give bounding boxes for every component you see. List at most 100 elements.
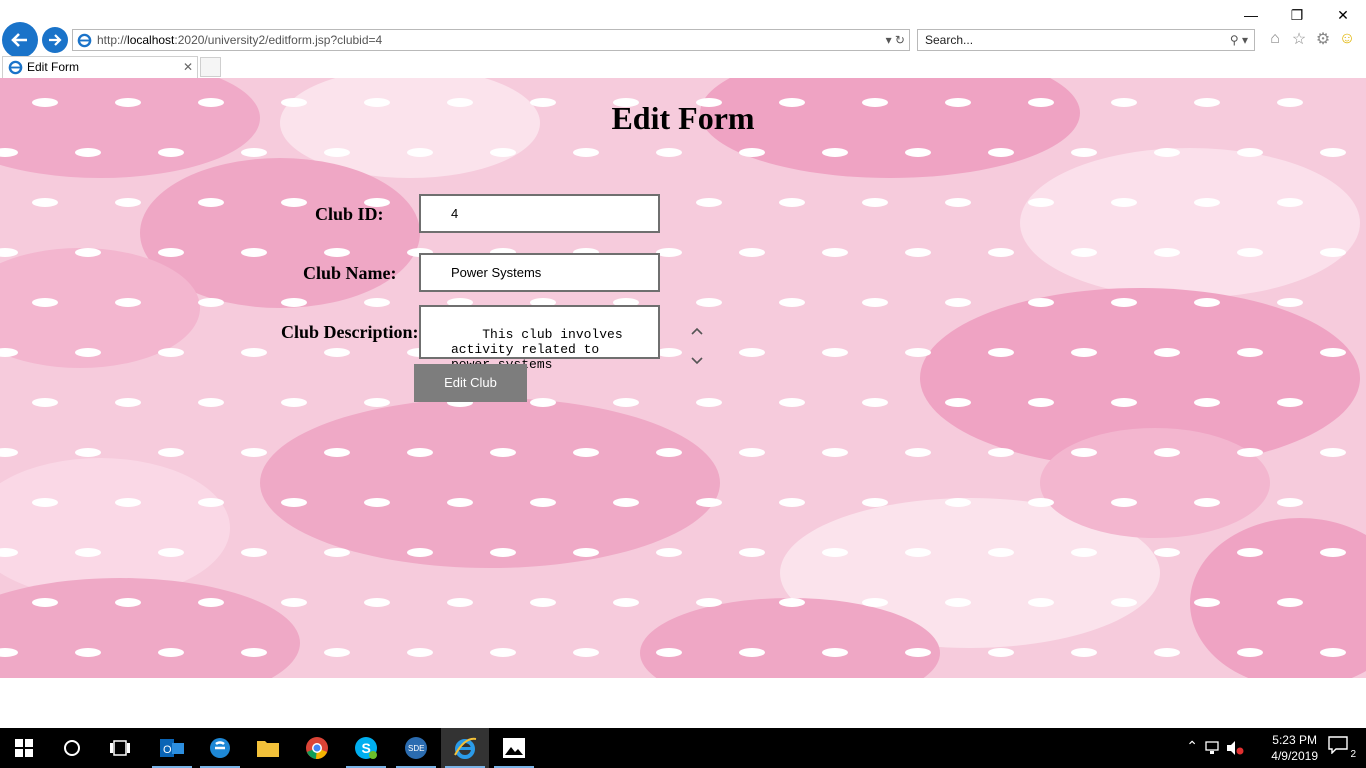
polka-dot (324, 248, 350, 257)
skype-taskbar-button[interactable]: S (342, 728, 390, 768)
close-tab-icon[interactable]: ✕ (183, 57, 193, 77)
clock[interactable]: 5:23 PM 4/9/2019 (1271, 732, 1318, 764)
forward-button[interactable] (42, 27, 68, 53)
polka-dot (822, 248, 848, 257)
edit-club-button[interactable]: Edit Club (414, 364, 527, 402)
polka-dot (198, 498, 224, 507)
polka-dot (198, 398, 224, 407)
home-icon[interactable]: ⌂ (1266, 30, 1284, 48)
sde-taskbar-button[interactable]: SDE (392, 728, 440, 768)
club-description-textarea[interactable]: This club involves activity related to p… (419, 305, 703, 372)
polka-dot (407, 548, 433, 557)
polka-dot (490, 148, 516, 157)
address-controls[interactable]: ▾ ↻ (886, 30, 905, 50)
polka-dot (1154, 448, 1180, 457)
polka-dot (573, 648, 599, 657)
polka-dot (1320, 148, 1346, 157)
polka-dot (1154, 548, 1180, 557)
search-circle-button[interactable] (48, 728, 96, 768)
scroll-arrows-icon (691, 327, 703, 365)
polka-dot (1320, 648, 1346, 657)
polka-dot (739, 248, 765, 257)
gear-icon[interactable]: ⚙ (1314, 30, 1332, 48)
polka-dot (779, 298, 805, 307)
polka-dot (573, 448, 599, 457)
textarea-scrollbar[interactable] (642, 307, 703, 365)
polka-dot (1237, 248, 1263, 257)
club-name-label: Club Name: (303, 263, 397, 283)
polka-dot (198, 298, 224, 307)
new-tab-button[interactable] (200, 57, 221, 77)
svg-text:SDE: SDE (408, 744, 424, 753)
edge-taskbar-button[interactable] (196, 728, 244, 768)
internet-explorer-taskbar-button[interactable] (441, 728, 489, 768)
polka-dot (115, 398, 141, 407)
page-content: Edit Form Club ID: 4 Club Name: Power Sy… (0, 78, 1366, 678)
back-button[interactable] (2, 22, 38, 58)
cortana-circle-icon (64, 740, 80, 756)
polka-dot (1277, 298, 1303, 307)
polka-dot (905, 348, 931, 357)
favorites-star-icon[interactable]: ☆ (1290, 30, 1308, 48)
tab-edit-form[interactable]: Edit Form ✕ (2, 56, 198, 78)
polka-dot (739, 148, 765, 157)
polka-dot (696, 298, 722, 307)
polka-dot (1320, 548, 1346, 557)
polka-dot (324, 148, 350, 157)
notification-icon (1328, 736, 1348, 755)
polka-dot (905, 548, 931, 557)
polka-dot (945, 298, 971, 307)
chrome-taskbar-button[interactable] (293, 728, 341, 768)
ie-tab-icon (8, 60, 23, 75)
polka-dot (739, 548, 765, 557)
start-button[interactable] (0, 728, 48, 768)
polka-dot (1237, 348, 1263, 357)
search-icon[interactable]: ⚲ ▾ (1230, 30, 1248, 50)
polka-dot (0, 448, 18, 457)
polka-dot (945, 398, 971, 407)
outlook-taskbar-button[interactable]: O (148, 728, 196, 768)
svg-text:O: O (163, 744, 172, 756)
smiley-feedback-icon[interactable]: ☺ (1338, 30, 1356, 48)
file-explorer-taskbar-button[interactable] (244, 728, 292, 768)
polka-dot (779, 398, 805, 407)
polka-dot (407, 648, 433, 657)
polka-dot (945, 498, 971, 507)
polka-dot (364, 298, 390, 307)
photos-taskbar-button[interactable] (490, 728, 538, 768)
background-rose (1020, 148, 1360, 298)
club-id-input[interactable]: 4 (419, 194, 660, 233)
polka-dot (1071, 148, 1097, 157)
address-bar[interactable]: http://localhost:2020/university2/editfo… (72, 29, 910, 51)
tab-title: Edit Form (27, 60, 80, 74)
polka-dot (1154, 348, 1180, 357)
polka-dot (739, 448, 765, 457)
polka-dot (490, 648, 516, 657)
polka-dot (281, 598, 307, 607)
chevron-up-icon[interactable]: ⌃ (1186, 738, 1198, 755)
club-name-input[interactable]: Power Systems (419, 253, 660, 292)
volume-muted-icon[interactable] (1226, 740, 1244, 756)
task-view-button[interactable] (96, 728, 144, 768)
polka-dot (1071, 648, 1097, 657)
polka-dot (75, 348, 101, 357)
network-icon[interactable] (1204, 740, 1220, 756)
polka-dot (779, 198, 805, 207)
search-input[interactable]: Search... ⚲ ▾ (917, 29, 1255, 51)
polka-dot (1277, 198, 1303, 207)
skype-icon: S (355, 737, 377, 759)
action-center-button[interactable]: 2 (1328, 736, 1356, 760)
polka-dot (364, 498, 390, 507)
polka-dot (1154, 148, 1180, 157)
polka-dot (862, 498, 888, 507)
polka-dot (75, 448, 101, 457)
chrome-icon (306, 737, 328, 760)
polka-dot (32, 398, 58, 407)
polka-dot (573, 548, 599, 557)
polka-dot (656, 448, 682, 457)
polka-dot (1028, 398, 1054, 407)
tab-strip: Edit Form ✕ (0, 56, 1366, 78)
polka-dot (1071, 248, 1097, 257)
polka-dot (281, 198, 307, 207)
polka-dot (822, 548, 848, 557)
